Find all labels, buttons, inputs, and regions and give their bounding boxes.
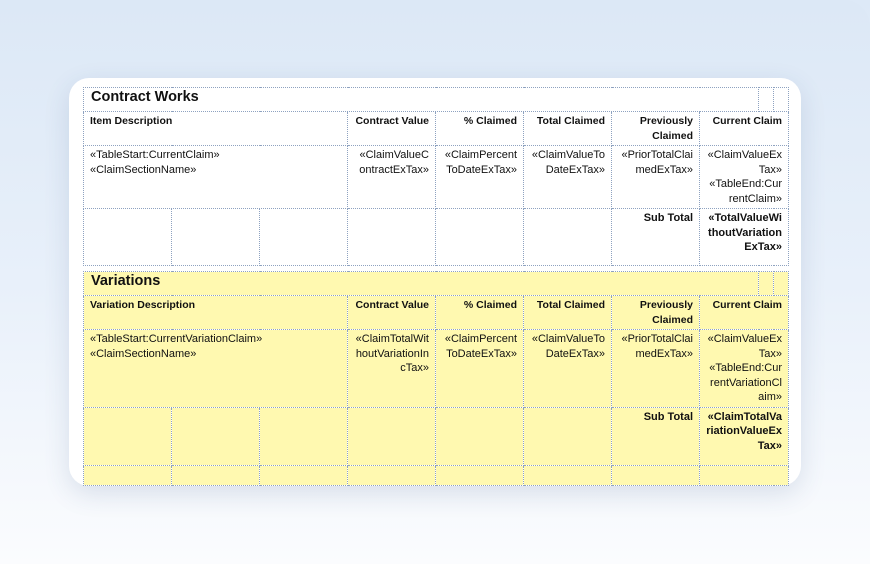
header-previously-claimed: Previously Claimed <box>611 295 700 330</box>
row-description: «TableStart:CurrentVariationClaim» «Clai… <box>83 329 348 408</box>
empty-cell <box>259 208 348 266</box>
table-end-field: «TableEnd:CurrentVariationClaim» <box>709 362 782 403</box>
row-current-claim: «ClaimValueExTax» «TableEnd:CurrentVaria… <box>699 329 789 408</box>
row-contract-value: «ClaimTotalWithoutVariationIncTax» <box>347 329 436 408</box>
empty-cell <box>259 464 348 486</box>
empty-cell <box>347 464 436 486</box>
empty-cell <box>435 208 524 266</box>
empty-cell <box>758 87 774 112</box>
empty-cell <box>259 406 348 466</box>
subtotal-label: Sub Total <box>611 208 700 266</box>
header-total-claimed: Total Claimed <box>523 111 612 146</box>
empty-cell <box>347 406 436 466</box>
header-contract-value: Contract Value <box>347 111 436 146</box>
empty-cell <box>699 464 789 486</box>
empty-cell <box>83 464 172 486</box>
row-contract-value: «ClaimValueContractExTax» <box>347 145 436 209</box>
empty-cell <box>611 464 700 486</box>
section-title: Variations <box>83 271 759 296</box>
table-end-field: «TableEnd:CurrentClaim» <box>709 178 782 205</box>
row-description: «TableStart:CurrentClaim» «ClaimSectionN… <box>83 145 348 209</box>
row-total-claimed: «ClaimValueToDateExTax» <box>523 329 612 408</box>
empty-cell <box>83 208 172 266</box>
empty-cell <box>523 464 612 486</box>
row-current-claim: «ClaimValueExTax» «TableEnd:CurrentClaim… <box>699 145 789 209</box>
section-name-field: «ClaimSectionName» <box>90 163 197 176</box>
subtotal-value: «ClaimTotalVariationValueExTax» <box>699 406 789 466</box>
row-previously-claimed: «PriorTotalClaimedExTax» <box>611 329 700 408</box>
empty-cell <box>773 87 789 112</box>
header-total-claimed: Total Claimed <box>523 295 612 330</box>
section-name-field: «ClaimSectionName» <box>90 347 197 360</box>
table-start-field: «TableStart:CurrentClaim» <box>90 149 220 161</box>
subtotal-label: Sub Total <box>611 406 700 466</box>
empty-cell <box>83 406 172 466</box>
row-pct-claimed: «ClaimPercentToDateExTax» <box>435 145 524 209</box>
empty-cell <box>758 271 774 296</box>
header-contract-value: Contract Value <box>347 295 436 330</box>
empty-cell <box>347 208 436 266</box>
empty-cell <box>171 464 260 486</box>
row-pct-claimed: «ClaimPercentToDateExTax» <box>435 329 524 408</box>
empty-cell <box>523 406 612 466</box>
empty-cell <box>435 464 524 486</box>
contract-works-table: Contract Works Item Description Contract… <box>83 87 789 266</box>
header-pct-claimed: % Claimed <box>435 111 524 146</box>
claim-value-field: «ClaimValueExTax» <box>707 333 782 360</box>
empty-cell <box>523 208 612 266</box>
row-previously-claimed: «PriorTotalClaimedExTax» <box>611 145 700 209</box>
header-pct-claimed: % Claimed <box>435 295 524 330</box>
section-title: Contract Works <box>83 87 759 112</box>
empty-cell <box>171 208 260 266</box>
empty-cell <box>435 406 524 466</box>
table-start-field: «TableStart:CurrentVariationClaim» <box>90 333 263 345</box>
row-total-claimed: «ClaimValueToDateExTax» <box>523 145 612 209</box>
subtotal-value: «TotalValueWithoutVariationExTax» <box>699 208 789 266</box>
header-previously-claimed: Previously Claimed <box>611 111 700 146</box>
header-current-claim: Current Claim <box>699 111 789 146</box>
claim-value-field: «ClaimValueExTax» <box>707 149 782 176</box>
variations-table: Variations Variation Description Contrac… <box>83 271 789 486</box>
header-description: Item Description <box>83 111 348 146</box>
empty-cell <box>773 271 789 296</box>
header-current-claim: Current Claim <box>699 295 789 330</box>
empty-cell <box>171 406 260 466</box>
header-description: Variation Description <box>83 295 348 330</box>
